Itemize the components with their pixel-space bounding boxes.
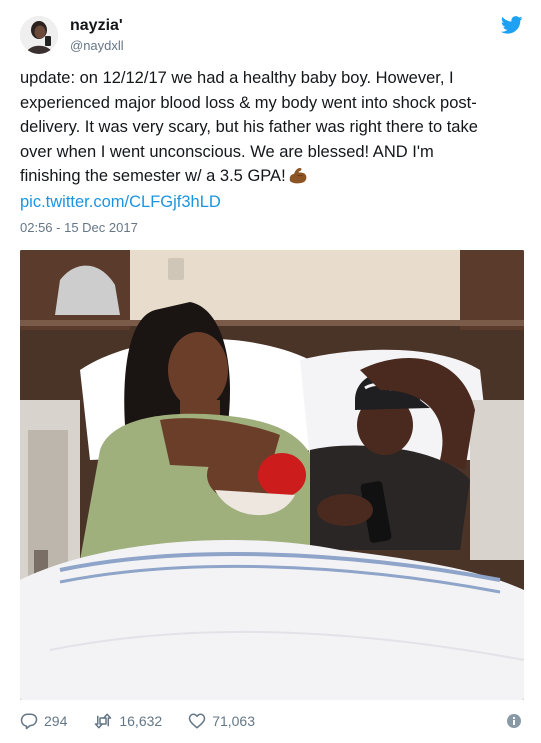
like-button[interactable]: 71,063 xyxy=(188,712,255,730)
user-handle[interactable]: @naydxll xyxy=(70,38,124,53)
tweet-timestamp[interactable]: 02:56 - 15 Dec 2017 xyxy=(20,220,138,235)
media-link[interactable]: pic.twitter.com/CLFGjf3hLD xyxy=(20,193,221,212)
retweet-icon xyxy=(95,713,112,729)
display-name[interactable]: nayzia' xyxy=(70,17,123,35)
info-icon[interactable] xyxy=(507,714,521,728)
reply-icon xyxy=(20,713,38,730)
flexed-biceps-icon xyxy=(289,168,307,184)
reply-button[interactable]: 294 xyxy=(20,712,67,730)
avatar[interactable] xyxy=(20,16,58,54)
retweet-button[interactable]: 16,632 xyxy=(93,712,162,730)
tweet-line: update: on 12/12/17 we had a healthy bab… xyxy=(20,69,454,87)
tweet-text: update: on 12/12/17 we had a healthy bab… xyxy=(20,66,520,189)
avatar-photo xyxy=(20,16,58,54)
tweet-line: over when I went unconscious. We are ble… xyxy=(20,142,434,161)
tweet-line-last: finishing the semester w/ a 3.5 GPA! xyxy=(20,164,520,189)
photo-illustration xyxy=(20,250,524,700)
reply-count: 294 xyxy=(44,713,68,729)
tweet-line: delivery. It was very scary, but his fat… xyxy=(20,118,478,136)
tweet-line: finishing the semester w/ a 3.5 GPA! xyxy=(20,167,286,185)
heart-icon xyxy=(188,713,206,729)
retweet-count: 16,632 xyxy=(119,713,163,729)
tweet-photo[interactable] xyxy=(20,250,524,700)
like-count: 71,063 xyxy=(212,713,256,729)
twitter-bird-icon[interactable] xyxy=(501,16,523,34)
tweet-line: experienced major blood loss & my body w… xyxy=(20,93,477,112)
tweet-actions: 294 16,632 71,063 xyxy=(20,710,281,732)
